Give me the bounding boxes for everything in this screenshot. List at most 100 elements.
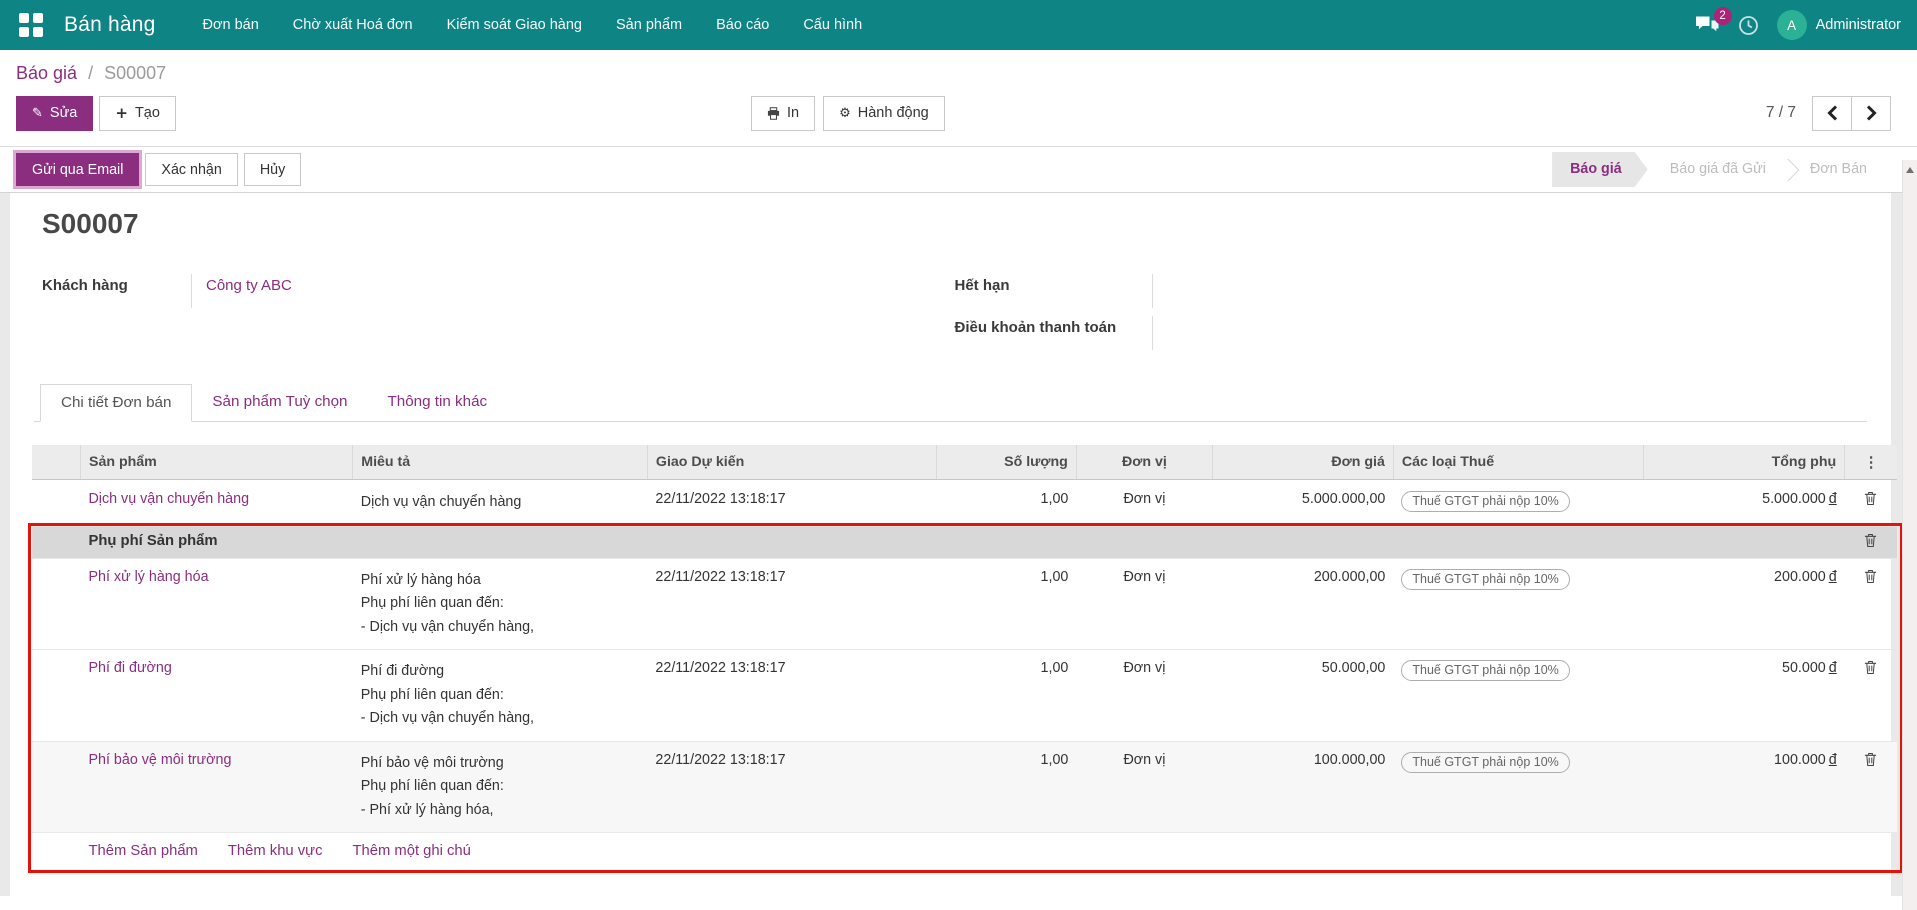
breadcrumb: Báo giá / S00007 — [16, 63, 1899, 84]
nav-item-san-pham[interactable]: Sản phẩm — [599, 0, 699, 50]
date-cell[interactable]: 22/11/2022 13:18:17 — [647, 558, 936, 650]
delete-row-icon[interactable] — [1864, 533, 1877, 552]
delete-row-icon[interactable] — [1864, 569, 1877, 588]
status-step-don-ban[interactable]: Đơn Bán — [1794, 152, 1883, 187]
add-product-link[interactable]: Thêm Sản phẩm — [88, 843, 197, 859]
control-panel: Báo giá / S00007 ✎ Sửa + Tạo In ⚙ Hành đ… — [0, 50, 1917, 146]
print-button[interactable]: In — [751, 95, 816, 131]
nav-item-cho-xuat-hoa-don[interactable]: Chờ xuất Hoá đơn — [276, 0, 430, 50]
action-button[interactable]: ⚙ Hành động — [823, 95, 945, 131]
table-row: Phí bảo vệ môi trường Phí bảo vệ môi trư… — [32, 741, 1897, 833]
confirm-button[interactable]: Xác nhận — [145, 153, 238, 186]
column-options-icon[interactable]: ⋮ — [1844, 445, 1897, 480]
tab-san-pham-tuy-chon[interactable]: Sản phẩm Tuỳ chọn — [192, 384, 367, 421]
user-menu[interactable]: A Administrator — [1776, 10, 1901, 40]
status-step-bao-gia[interactable]: Báo giá — [1552, 152, 1648, 187]
date-cell[interactable]: 22/11/2022 13:18:17 — [647, 480, 936, 527]
tab-chi-tiet-don-ban[interactable]: Chi tiết Đơn bán — [40, 384, 193, 422]
qty-cell[interactable]: 1,00 — [936, 741, 1077, 833]
cancel-button[interactable]: Hủy — [243, 153, 302, 186]
customer-label: Khách hàng — [42, 274, 192, 308]
send-by-email-button[interactable]: Gửi qua Email — [16, 153, 140, 186]
subtotal-cell: 50.000 đ — [1782, 660, 1837, 676]
delete-row-icon[interactable] — [1864, 660, 1877, 679]
user-name: Administrator — [1815, 17, 1901, 33]
section-label[interactable]: Phụ phí Sản phẩm — [80, 526, 1845, 558]
product-link[interactable]: Dịch vụ vận chuyển hàng — [88, 491, 249, 507]
col-don-vi[interactable]: Đơn vị — [1075, 445, 1213, 480]
status-step-bao-gia-da-gui[interactable]: Báo giá đã Gửi — [1654, 152, 1782, 187]
breadcrumb-bao-gia[interactable]: Báo giá — [16, 63, 77, 83]
col-mieu-ta[interactable]: Miêu tả — [352, 445, 648, 480]
description-cell[interactable]: Phí xử lý hàng hóa Phụ phí liên quan đến… — [353, 558, 648, 650]
tax-badge[interactable]: Thuế GTGT phải nộp 10% — [1401, 660, 1570, 681]
col-san-pham[interactable]: Sản phẩm — [79, 445, 353, 480]
delete-row-icon[interactable] — [1864, 491, 1877, 510]
row-handle[interactable] — [32, 650, 80, 742]
content-area: S00007 Khách hàng Công ty ABC Hết hạn Đi… — [0, 193, 1917, 896]
description-cell[interactable]: Phí bảo vệ môi trường Phụ phí liên quan … — [352, 741, 648, 833]
tax-badge[interactable]: Thuế GTGT phải nộp 10% — [1401, 491, 1570, 512]
messages-badge: 2 — [1713, 7, 1732, 25]
nav-item-don-ban[interactable]: Đơn bán — [186, 0, 276, 50]
description-cell[interactable]: Phí đi đường Phụ phí liên quan đến: - Dị… — [353, 650, 648, 742]
product-link[interactable]: Phí xử lý hàng hóa — [88, 569, 208, 585]
col-cac-loai-thue[interactable]: Các loại Thuế — [1392, 445, 1644, 480]
gear-icon: ⚙ — [839, 105, 851, 121]
price-cell[interactable]: 50.000,00 — [1212, 650, 1393, 742]
uom-cell[interactable]: Đơn vị — [1076, 650, 1212, 742]
pager-next-button[interactable] — [1851, 95, 1891, 131]
apps-menu-icon[interactable] — [12, 6, 50, 44]
row-handle[interactable] — [32, 480, 80, 527]
avatar: A — [1776, 10, 1807, 40]
app-brand[interactable]: Bán hàng — [64, 13, 156, 37]
col-don-gia[interactable]: Đơn giá — [1211, 445, 1394, 480]
expiry-label: Hết hạn — [955, 274, 1153, 308]
pager-count: 7 / 7 — [1765, 104, 1796, 121]
tab-thong-tin-khac[interactable]: Thông tin khác — [368, 384, 508, 421]
delete-row-icon[interactable] — [1864, 752, 1877, 771]
date-cell[interactable]: 22/11/2022 13:18:17 — [647, 741, 937, 833]
action-button-label: Hành động — [857, 105, 929, 121]
activities-icon[interactable] — [1738, 15, 1759, 36]
tax-badge[interactable]: Thuế GTGT phải nộp 10% — [1401, 568, 1570, 590]
vertical-scrollbar[interactable] — [1902, 160, 1917, 910]
messages-icon[interactable]: 2 — [1695, 7, 1732, 35]
add-note-link[interactable]: Thêm một ghi chú — [352, 843, 470, 859]
breadcrumb-current: S00007 — [104, 63, 167, 83]
qty-cell[interactable]: 1,00 — [936, 480, 1076, 527]
uom-cell[interactable]: Đơn vị — [1076, 558, 1212, 650]
row-handle[interactable] — [32, 558, 80, 650]
qty-cell[interactable]: 1,00 — [936, 558, 1076, 650]
payment-terms-value[interactable] — [1153, 316, 1167, 350]
description-cell[interactable]: Dịch vụ vận chuyển hàng — [361, 491, 640, 515]
uom-cell[interactable]: Đơn vị — [1076, 480, 1212, 527]
price-cell[interactable]: 5.000.000,00 — [1212, 480, 1393, 527]
expiry-value[interactable] — [1153, 274, 1167, 308]
row-handle[interactable] — [32, 741, 81, 833]
uom-cell[interactable]: Đơn vị — [1076, 741, 1213, 833]
pencil-icon: ✎ — [32, 105, 43, 121]
product-link[interactable]: Phí bảo vệ môi trường — [88, 752, 231, 768]
table-row: Phí xử lý hàng hóa Phí xử lý hàng hóa Ph… — [32, 558, 1897, 650]
edit-button[interactable]: ✎ Sửa — [16, 95, 94, 131]
nav-item-kiem-soat-giao-hang[interactable]: Kiểm soát Giao hàng — [430, 0, 599, 50]
qty-cell[interactable]: 1,00 — [936, 650, 1076, 742]
create-button[interactable]: + Tạo — [99, 95, 176, 131]
date-cell[interactable]: 22/11/2022 13:18:17 — [647, 650, 936, 742]
nav-item-bao-cao[interactable]: Báo cáo — [699, 0, 786, 50]
add-section-link[interactable]: Thêm khu vực — [228, 843, 323, 859]
pager-previous-button[interactable] — [1812, 95, 1852, 131]
nav-item-cau-hinh[interactable]: Cấu hình — [786, 0, 879, 50]
col-tong-phu[interactable]: Tổng phụ — [1642, 445, 1845, 480]
col-giao-du-kien[interactable]: Giao Dự kiến — [646, 445, 937, 480]
price-cell[interactable]: 200.000,00 — [1212, 558, 1393, 650]
price-cell[interactable]: 100.000,00 — [1212, 741, 1394, 833]
row-handle[interactable] — [32, 526, 81, 558]
product-link[interactable]: Phí đi đường — [88, 660, 171, 676]
tax-badge[interactable]: Thuế GTGT phải nộp 10% — [1401, 751, 1570, 773]
customer-value-link[interactable]: Công ty ABC — [206, 277, 292, 294]
section-row[interactable]: Phụ phí Sản phẩm — [32, 526, 1897, 558]
col-so-luong[interactable]: Số lượng — [935, 445, 1077, 480]
table-row: Dịch vụ vận chuyển hàng Dịch vụ vận chuy… — [32, 480, 1897, 527]
